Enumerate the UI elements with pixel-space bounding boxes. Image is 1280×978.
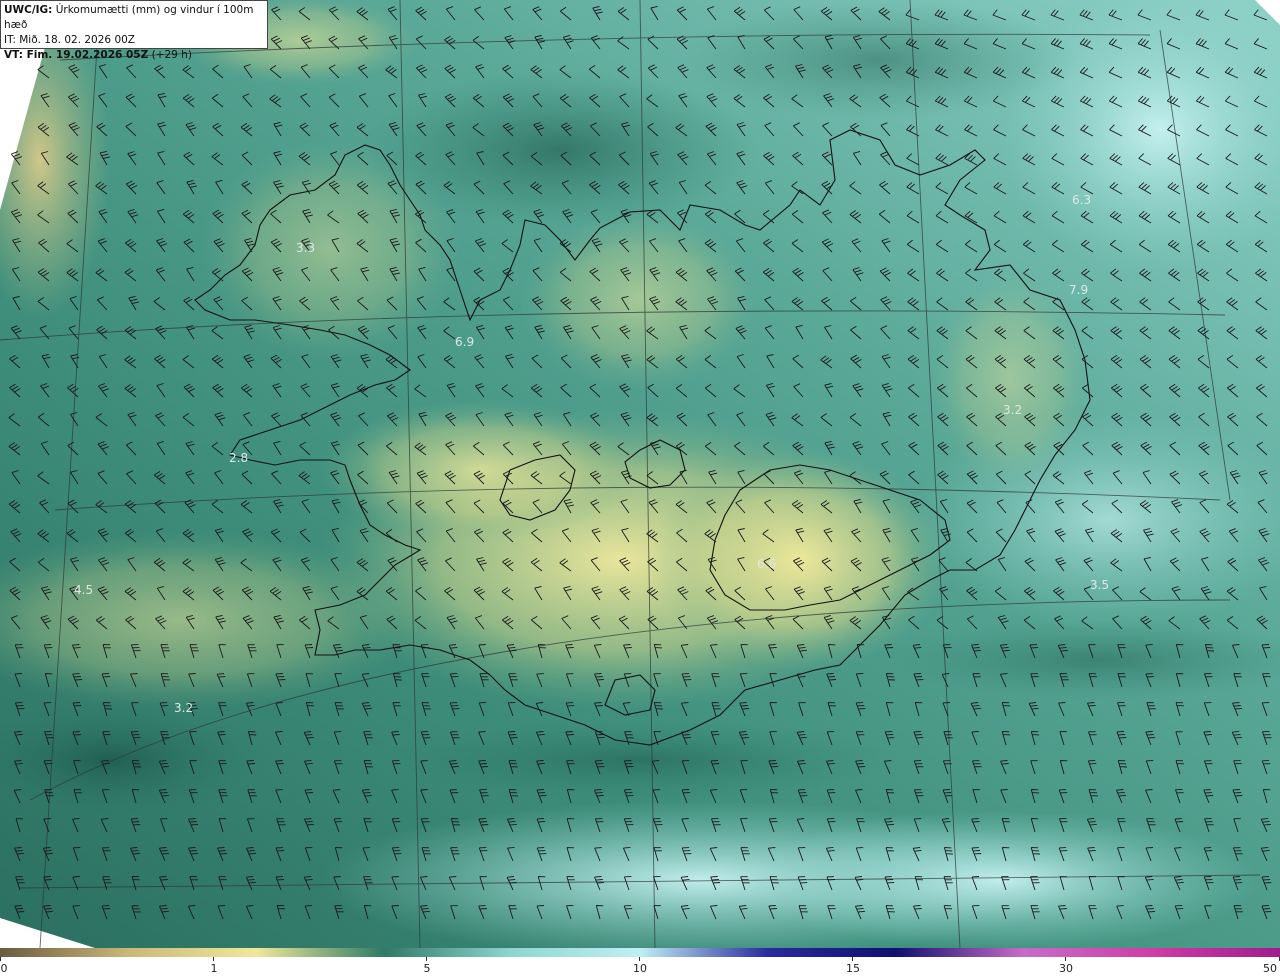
value-label: 6.9 bbox=[455, 335, 474, 349]
colorbar-legend: 0 1 5 10 15 30 50 bbox=[0, 948, 1280, 978]
map-canvas[interactable]: 6.3 3.3 6.9 2.8 4.5 3.2 3.2 3.5 6.6 7.9 bbox=[0, 0, 1280, 948]
map-info-box: UWC/IG: Úrkomumætti (mm) og vindur í 100… bbox=[0, 0, 268, 61]
product-code: UWC/IG: bbox=[4, 4, 53, 16]
colorbar-tick-label: 5 bbox=[423, 962, 431, 975]
valid-time-line: VT: Fim. 19.02.2026 05Z (+29 h) bbox=[4, 48, 264, 63]
colorbar-tick-label: 1 bbox=[210, 962, 218, 975]
value-label: 3.3 bbox=[296, 241, 315, 255]
value-label: 2.8 bbox=[229, 451, 248, 465]
colorbar-tick bbox=[639, 957, 640, 961]
colorbar-strip bbox=[0, 948, 1280, 957]
value-label: 6.3 bbox=[1072, 193, 1091, 207]
value-label: 6.6 bbox=[757, 557, 776, 571]
colorbar-tick-label: 30 bbox=[1059, 962, 1073, 975]
valid-time-offset: (+29 h) bbox=[148, 49, 192, 61]
colorbar-tick bbox=[426, 957, 427, 961]
value-label: 3.5 bbox=[1090, 578, 1109, 592]
colorbar-tick-label: 0 bbox=[0, 962, 8, 975]
colorbar-tick bbox=[1065, 957, 1066, 961]
colorbar-tick bbox=[0, 957, 1, 961]
product-title-line: UWC/IG: Úrkomumætti (mm) og vindur í 100… bbox=[4, 3, 264, 33]
value-label: 7.9 bbox=[1069, 283, 1088, 297]
colorbar-tick bbox=[852, 957, 853, 961]
value-label: 4.5 bbox=[74, 583, 93, 597]
colorbar-tick-label: 10 bbox=[633, 962, 647, 975]
colorbar-tick bbox=[213, 957, 214, 961]
issue-time: IT: Mið. 18. 02. 2026 00Z bbox=[4, 34, 135, 46]
valid-time: VT: Fim. 19.02.2026 05Z bbox=[4, 49, 149, 61]
value-label: 3.2 bbox=[174, 701, 193, 715]
weather-map[interactable]: 6.3 3.3 6.9 2.8 4.5 3.2 3.2 3.5 6.6 7.9 … bbox=[0, 0, 1280, 948]
colorbar-tick-label: 50 bbox=[1263, 962, 1277, 975]
value-label: 3.2 bbox=[1003, 403, 1022, 417]
colorbar-tick-label: 15 bbox=[846, 962, 860, 975]
